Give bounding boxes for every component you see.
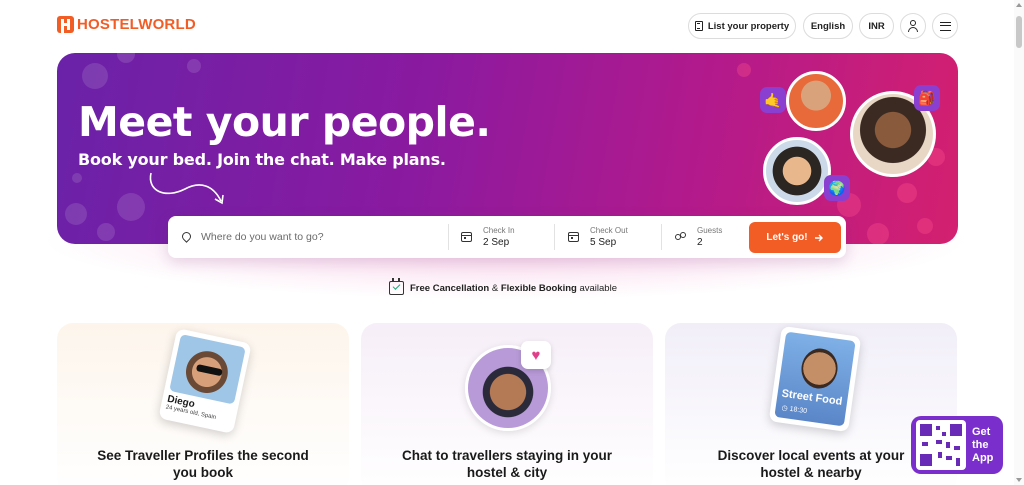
guests-icon (675, 231, 687, 243)
hostelworld-logo[interactable]: HOSTELWORLD (57, 16, 196, 33)
profile-polaroid: Diego 24 years old, Spain (158, 328, 252, 434)
get-app-line: Get (972, 425, 991, 438)
header: HOSTELWORLD List your property English I… (0, 0, 1024, 52)
feature-card-chat[interactable]: ♥ Chat to travellers staying in your hos… (361, 323, 653, 485)
guests-label: Guests (697, 226, 723, 235)
search-submit-label: Let's go! (766, 232, 808, 243)
decor-dot (117, 53, 135, 63)
decor-dot (897, 183, 917, 203)
notice-and: & (489, 282, 501, 294)
shaka-hand-icon: 🤙 (760, 87, 786, 113)
hero-title: Meet your people. (78, 98, 491, 146)
decor-dot (82, 63, 108, 89)
account-button[interactable] (900, 13, 926, 39)
user-icon (907, 20, 919, 32)
page-scrollbar[interactable] (1014, 0, 1024, 485)
arrow-right-icon (814, 234, 823, 241)
event-photo: Street Food ◷ 18:30 (774, 331, 856, 427)
feature-title-line: Chat to travellers staying in your (401, 448, 613, 463)
scroll-thumb[interactable] (1016, 16, 1022, 48)
heart-chat-icon: ♥ (521, 341, 551, 369)
notice-free-cancellation: Free Cancellation (410, 282, 490, 294)
destination-input[interactable]: Where do you want to go? (201, 231, 324, 243)
list-property-label: List your property (707, 20, 790, 32)
decor-dot (737, 63, 751, 77)
get-app-line: the (972, 438, 989, 451)
notice-text: Free Cancellation & Flexible Booking ava… (410, 283, 617, 294)
event-time: 18:30 (789, 405, 808, 416)
page: HOSTELWORLD List your property English I… (0, 0, 1024, 485)
divider (661, 224, 662, 250)
building-icon (694, 21, 703, 31)
calendar-icon (461, 232, 472, 242)
feature-title-line: you book (173, 465, 233, 480)
list-property-button[interactable]: List your property (688, 13, 796, 39)
check-out-label: Check Out (590, 226, 628, 235)
guests-field[interactable]: Guests 2 (675, 216, 745, 258)
decor-dot (72, 173, 82, 183)
menu-icon (939, 21, 951, 31)
curved-arrow-icon (149, 172, 224, 205)
profile-photo (169, 334, 246, 405)
divider (554, 224, 555, 250)
decor-dot (917, 218, 933, 234)
location-pin-icon (182, 232, 191, 243)
check-in-field[interactable]: Check In 2 Sep (461, 216, 553, 258)
backpack-icon: 🎒 (914, 85, 940, 111)
get-app-card[interactable]: Get the App (911, 416, 1003, 474)
calendar-icon (568, 232, 579, 242)
decor-dot (187, 59, 201, 73)
destination-field[interactable]: Where do you want to go? (182, 216, 444, 258)
globe-icon: 🌍 (824, 175, 850, 201)
guests-value: 2 (697, 237, 703, 248)
traveller-avatar (763, 137, 831, 205)
hero-subtitle: Book your bed. Join the chat. Make plans… (78, 150, 446, 169)
decor-dot (65, 203, 87, 225)
feature-title-line: hostel & city (466, 465, 548, 480)
logo-mark-icon (57, 16, 74, 33)
search-submit-button[interactable]: Let's go! (749, 222, 841, 253)
get-app-line: App (972, 451, 994, 464)
event-person (798, 346, 841, 391)
currency-button[interactable]: INR (859, 13, 894, 39)
decor-dot (97, 223, 115, 241)
event-card: Street Food ◷ 18:30 (768, 325, 862, 433)
scroll-down-icon[interactable] (1016, 478, 1022, 482)
notice-available: available (576, 282, 617, 294)
decor-dot (867, 223, 889, 244)
qr-code (916, 420, 966, 470)
feature-title: See Traveller Profiles the second you bo… (57, 447, 349, 481)
menu-button[interactable] (932, 13, 958, 39)
check-out-field[interactable]: Check Out 5 Sep (568, 216, 660, 258)
get-app-text: Get the App (972, 426, 993, 465)
event-time-row: ◷ 18:30 (781, 404, 807, 415)
logo-text: HOSTELWORLD (77, 16, 196, 33)
feature-title: Chat to travellers staying in your hoste… (361, 447, 653, 481)
scroll-up-icon[interactable] (1016, 3, 1022, 7)
language-button[interactable]: English (803, 13, 853, 39)
currency-label: INR (868, 20, 885, 32)
feature-card-profiles[interactable]: Diego 24 years old, Spain See Traveller … (57, 323, 349, 485)
check-out-value: 5 Sep (590, 237, 617, 248)
feature-title-line: See Traveller Profiles the second (97, 448, 309, 463)
search-bar: Where do you want to go? Check In 2 Sep … (168, 216, 846, 258)
check-in-label: Check In (483, 226, 515, 235)
decor-dot (117, 193, 145, 221)
free-cancellation-notice: Free Cancellation & Flexible Booking ava… (389, 278, 617, 295)
sunglasses-icon (195, 364, 223, 377)
calendar-check-icon (389, 278, 404, 295)
language-label: English (810, 20, 846, 32)
notice-flexible-booking: Flexible Booking (500, 282, 577, 294)
divider (448, 224, 449, 250)
check-in-value: 2 Sep (483, 237, 510, 248)
traveller-avatar (786, 71, 846, 131)
